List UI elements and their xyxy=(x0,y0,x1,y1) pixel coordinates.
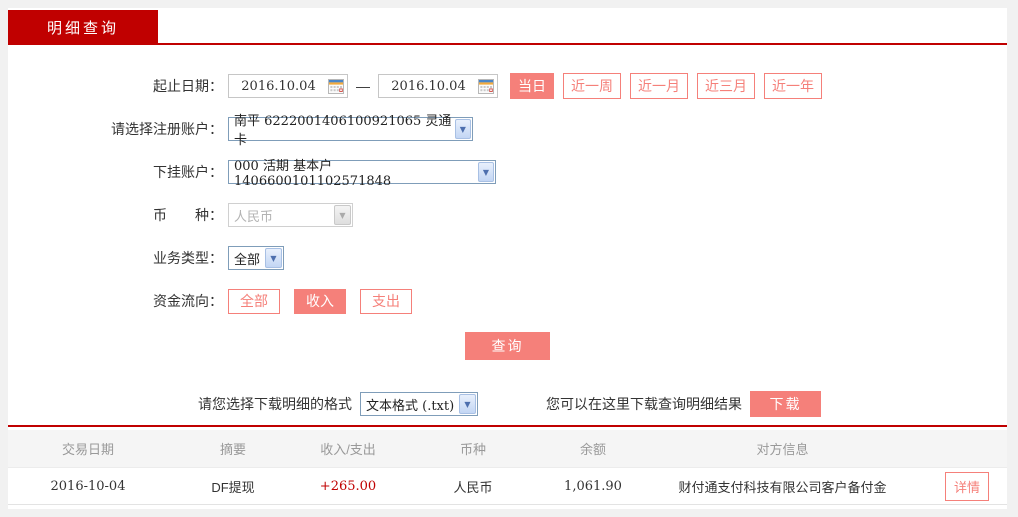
header-summary: 摘要 xyxy=(219,442,246,457)
currency-label: 币 种： xyxy=(153,207,223,223)
date-range-label: 起止日期： xyxy=(153,78,223,94)
fund-direction-all-button[interactable]: 全部 xyxy=(228,288,280,314)
business-type-select[interactable]: 全部 ▼ xyxy=(228,246,284,270)
header-income-expense: 收入/支出 xyxy=(320,442,376,457)
sub-account-select[interactable]: 000 活期 基本户 1406600101102571848 ▼ xyxy=(228,159,496,189)
quick-range-month-button[interactable]: 近一月 xyxy=(630,73,688,99)
page: 明细查询 起止日期： 2016.10.04 — 2016.10.04 当日 近一… xyxy=(0,0,1018,517)
chevron-down-icon: ▼ xyxy=(477,162,494,182)
start-date-input[interactable]: 2016.10.04 xyxy=(228,74,348,98)
cell-trade-date: 2016-10-04 xyxy=(50,478,126,494)
chevron-down-icon: ▼ xyxy=(459,394,476,414)
quick-range-year-button[interactable]: 近一年 xyxy=(764,73,822,99)
download-format-label: 请您选择下载明细的格式 xyxy=(198,396,352,412)
end-date-input[interactable]: 2016.10.04 xyxy=(378,74,498,98)
header-counterparty: 对方信息 xyxy=(756,442,809,457)
end-date-value: 2016.10.04 xyxy=(391,78,466,94)
download-format-select[interactable]: 文本格式 (.txt) ▼ xyxy=(360,392,478,416)
tab-bar: 明细查询 xyxy=(8,8,1007,45)
cell-summary: DF提现 xyxy=(211,479,255,495)
header-balance: 余额 xyxy=(579,442,606,457)
query-button[interactable]: 查询 xyxy=(465,332,550,360)
table-row: 2016-10-04 DF提现 +265.00 人民币 1,061.90 财付通… xyxy=(8,468,1007,505)
register-account-row: 请选择注册账户： 南平 6222001406100921065 灵通卡 ▼ xyxy=(8,114,1007,148)
quick-range-week-button[interactable]: 近一周 xyxy=(563,73,621,99)
register-account-label: 请选择注册账户： xyxy=(111,121,223,137)
download-row: 请您选择下载明细的格式 文本格式 (.txt) ▼ 您可以在这里下载查询明细结果… xyxy=(198,391,1007,417)
chevron-down-icon: ▼ xyxy=(454,119,471,139)
fund-direction-row: 资金流向： 全部 收入 支出 xyxy=(8,288,1007,314)
query-button-row: 查询 xyxy=(8,332,1007,360)
cell-amount: +265.00 xyxy=(319,478,377,494)
fund-direction-label: 资金流向： xyxy=(153,293,223,309)
download-hint: 您可以在这里下载查询明细结果 xyxy=(546,396,742,412)
content-panel: 明细查询 起止日期： 2016.10.04 — 2016.10.04 当日 近一… xyxy=(8,8,1007,509)
download-button[interactable]: 下载 xyxy=(750,391,821,417)
date-range-separator: — xyxy=(356,78,370,94)
download-format-value: 文本格式 (.txt) xyxy=(366,398,455,414)
header-trade-date: 交易日期 xyxy=(61,442,114,457)
sub-account-row: 下挂账户： 000 活期 基本户 1406600101102571848 ▼ xyxy=(8,159,1007,189)
quick-range-today-button[interactable]: 当日 xyxy=(510,73,554,99)
register-account-select[interactable]: 南平 6222001406100921065 灵通卡 ▼ xyxy=(228,114,473,148)
cell-currency: 人民币 xyxy=(453,479,493,495)
red-separator xyxy=(8,425,1007,427)
tab-detail-query[interactable]: 明细查询 xyxy=(8,10,158,45)
detail-button[interactable]: 详情 xyxy=(944,471,989,501)
sub-account-label: 下挂账户： xyxy=(153,164,223,180)
query-form: 起止日期： 2016.10.04 — 2016.10.04 当日 近一周 近一月… xyxy=(8,45,1007,417)
quick-range-quarter-button[interactable]: 近三月 xyxy=(697,73,755,99)
start-date-value: 2016.10.04 xyxy=(241,78,316,94)
table-header: 交易日期 摘要 收入/支出 币种 余额 对方信息 xyxy=(8,430,1007,468)
sub-account-value: 000 活期 基本户 1406600101102571848 xyxy=(234,159,392,189)
header-currency: 币种 xyxy=(459,442,486,457)
calendar-icon[interactable] xyxy=(478,78,494,94)
business-type-label: 业务类型： xyxy=(153,250,223,266)
cell-balance: 1,061.90 xyxy=(564,478,622,494)
cell-counterparty: 财付通支付科技有限公司客户备付金 xyxy=(678,479,887,495)
chevron-down-icon: ▼ xyxy=(265,248,282,268)
calendar-icon[interactable] xyxy=(328,78,344,94)
currency-select: 人民币 ▼ xyxy=(228,203,353,227)
date-range-row: 起止日期： 2016.10.04 — 2016.10.04 当日 近一周 近一月… xyxy=(8,73,1007,99)
fund-direction-expense-button[interactable]: 支出 xyxy=(360,288,412,314)
business-type-value: 全部 xyxy=(234,252,261,268)
fund-direction-income-button[interactable]: 收入 xyxy=(294,288,346,314)
register-account-value: 南平 6222001406100921065 灵通卡 xyxy=(234,114,452,148)
currency-value: 人民币 xyxy=(234,209,274,225)
currency-row: 币 种： 人民币 ▼ xyxy=(8,203,1007,227)
business-type-row: 业务类型： 全部 ▼ xyxy=(8,246,1007,270)
chevron-down-icon: ▼ xyxy=(334,205,351,225)
